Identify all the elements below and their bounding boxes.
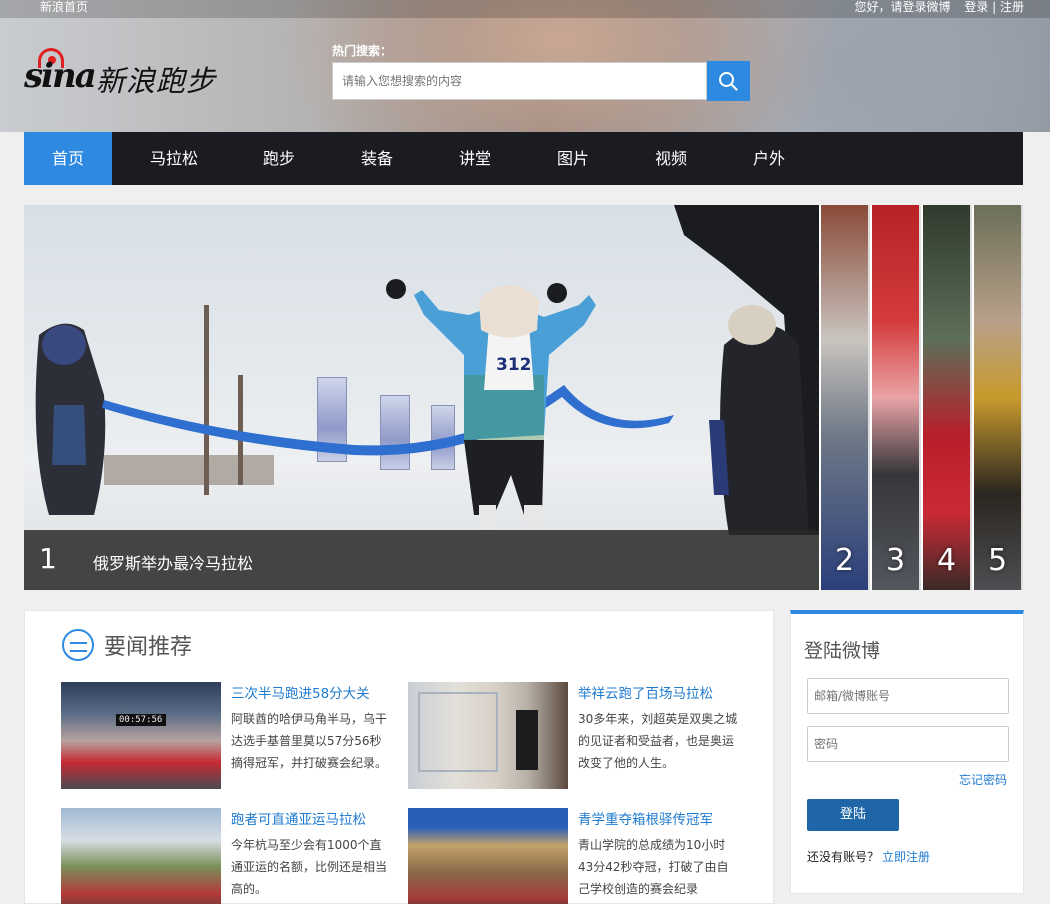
hero-slide-main[interactable]: 312 1 俄罗斯举办最冷马拉松 [24, 205, 819, 590]
slider-thumb-2[interactable]: 2 [819, 205, 868, 590]
news-headline[interactable]: 青学重夺箱根驿传冠军 [578, 808, 713, 828]
login-title: 登陆微博 [804, 640, 881, 662]
news-headline[interactable]: 举祥云跑了百场马拉松 [578, 682, 713, 702]
featured-news-panel: 要闻推荐 00:57:56 三次半马跑进58分大关 阿联酋的哈伊马角半马，乌干达… [24, 610, 774, 904]
nav-item-outdoor[interactable]: 户外 [724, 132, 814, 185]
weibo-greeting-link[interactable]: 您好，请登录微博 [854, 0, 950, 14]
slider-thumb-4[interactable]: 4 [921, 205, 970, 590]
photo-person [516, 710, 538, 770]
register-link[interactable]: 立即注册 [882, 850, 930, 864]
hero-slider: 312 1 俄罗斯举办最冷马拉松 2 3 4 5 [24, 205, 1023, 590]
sina-home-link[interactable]: 新浪首页 [40, 0, 88, 15]
nav-item-home[interactable]: 首页 [24, 132, 112, 185]
photo-display-case [418, 692, 498, 772]
news-section-title: 要闻推荐 [104, 635, 193, 660]
nav-item-gear[interactable]: 装备 [332, 132, 422, 185]
nav-item-marathon[interactable]: 马拉松 [125, 132, 223, 185]
main-nav: 首页 马拉松 跑步 装备 讲堂 图片 视频 户外 [24, 132, 1023, 185]
news-thumbnail[interactable] [408, 808, 568, 904]
no-account-text: 还没有账号？ 立即注册 [807, 848, 930, 865]
news-item: 跑者可直通亚运马拉松 今年杭马至少会有1000个直通亚运的名额，比例还是相当高的… [61, 808, 391, 904]
news-summary: 30多年来，刘超英是双奥之城的见证者和受益者，也是奥运改变了他的人生。 [578, 712, 738, 770]
race-timer-text: 00:57:56 [119, 715, 163, 725]
slider-thumb-3[interactable]: 3 [870, 205, 919, 590]
news-headline[interactable]: 三次半马跑进58分大关 [231, 682, 370, 702]
news-thumbnail[interactable] [408, 682, 568, 789]
news-summary: 阿联酋的哈伊马角半马，乌干达选手基普里莫以57分56秒摘得冠军，并打破赛会纪录。 [231, 712, 388, 770]
news-thumbnail[interactable]: 00:57:56 [61, 682, 221, 789]
slide-caption-text: 俄罗斯举办最冷马拉松 [93, 554, 254, 573]
logo-site-name: 新浪跑步 [96, 64, 217, 98]
slide-index: 1 [39, 542, 57, 575]
search-button[interactable] [707, 61, 750, 101]
top-bar-right: 您好，请登录微博 登录 | 注册 [844, 0, 1024, 15]
search-icon [719, 72, 738, 91]
slider-thumb-number: 2 [834, 543, 855, 578]
soundcloud-icon [62, 629, 94, 661]
password-input[interactable] [808, 727, 1008, 761]
news-summary: 今年杭马至少会有1000个直通亚运的名额，比例还是相当高的。 [231, 838, 388, 896]
news-item: 青学重夺箱根驿传冠军 青山学院的总成绩为10小时43分42秒夺冠，打破了由自己学… [408, 808, 738, 904]
hot-search-label: 热门搜索： [332, 44, 393, 58]
login-register-link[interactable]: 登录 | 注册 [964, 0, 1024, 14]
search-box [332, 62, 707, 100]
news-summary: 青山学院的总成绩为10小时43分42秒夺冠，打破了由自己学校创造的赛会纪录 [578, 838, 729, 896]
nav-item-video[interactable]: 视频 [626, 132, 716, 185]
slider-thumb-number: 3 [885, 543, 906, 578]
slider-thumb-number: 4 [936, 543, 957, 578]
site-header: 新浪首页 您好，请登录微博 登录 | 注册 sina 新浪跑步 热门搜索： [0, 0, 1050, 132]
account-input[interactable] [808, 679, 1008, 713]
forgot-password-link[interactable]: 忘记密码 [959, 771, 1007, 788]
slider-thumb-5[interactable]: 5 [972, 205, 1021, 590]
slider-thumb-number: 5 [987, 543, 1008, 578]
account-field-wrap [807, 678, 1009, 714]
runner-bib-number: 312 [496, 355, 532, 375]
news-thumbnail[interactable] [61, 808, 221, 904]
nav-item-running[interactable]: 跑步 [234, 132, 324, 185]
login-button[interactable]: 登陆 [807, 799, 899, 831]
news-headline[interactable]: 跑者可直通亚运马拉松 [231, 808, 366, 828]
logo-brand-text: sina [24, 56, 97, 96]
nav-item-photos[interactable]: 图片 [528, 132, 618, 185]
search-input[interactable] [333, 63, 706, 99]
news-item: 举祥云跑了百场马拉松 30多年来，刘超英是双奥之城的见证者和受益者，也是奥运改变… [408, 682, 738, 790]
weibo-login-panel: 登陆微博 忘记密码 登陆 还没有账号？立即注册 [790, 610, 1024, 894]
nav-item-lecture[interactable]: 讲堂 [430, 132, 520, 185]
password-field-wrap [807, 726, 1009, 762]
no-account-label: 还没有账号？ [807, 850, 880, 864]
top-bar: 新浪首页 您好，请登录微博 登录 | 注册 [0, 0, 1050, 18]
news-item: 00:57:56 三次半马跑进58分大关 阿联酋的哈伊马角半马，乌干达选手基普里… [61, 682, 391, 790]
sina-running-logo[interactable]: sina 新浪跑步 [24, 48, 224, 100]
slide-caption[interactable]: 1 俄罗斯举办最冷马拉松 [24, 530, 819, 590]
